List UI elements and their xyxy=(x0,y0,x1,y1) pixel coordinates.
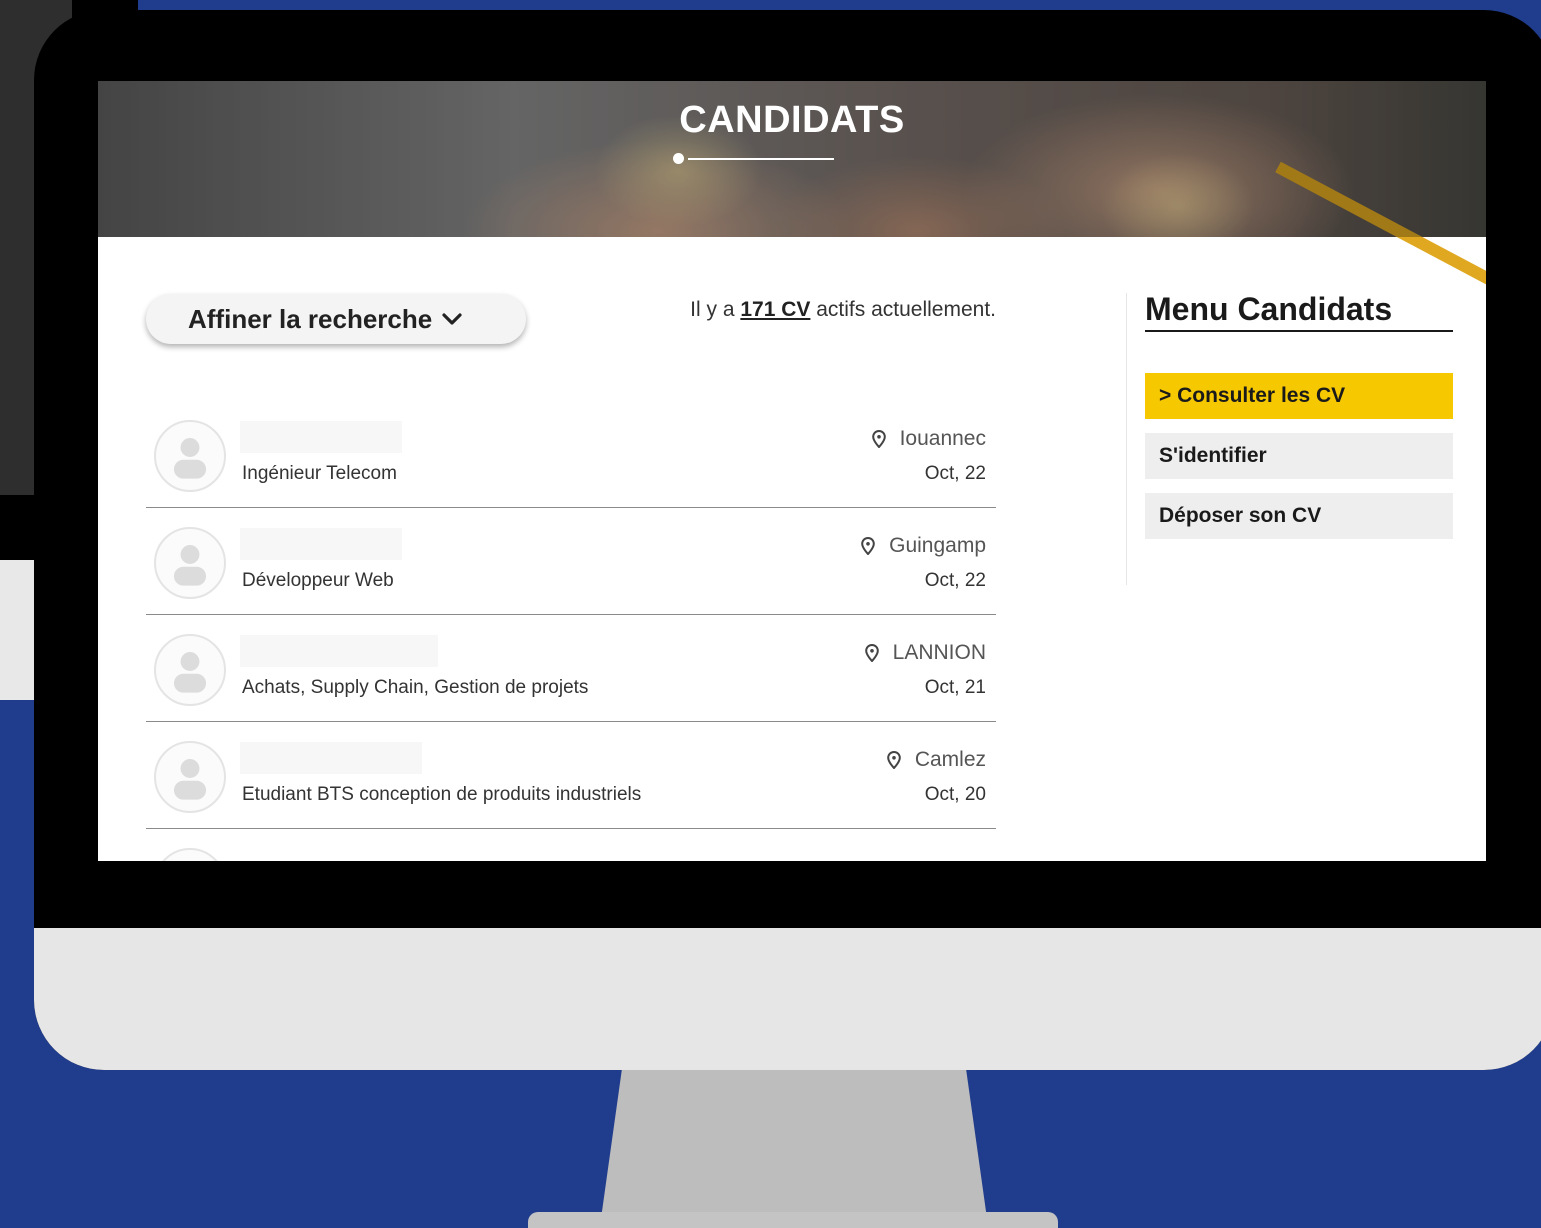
cv-list-item[interactable]: Développeur Web Guingamp Oct, 22 xyxy=(146,508,996,615)
sidebar-item-consult-cv[interactable]: > Consulter les CV xyxy=(1145,373,1453,419)
sidebar-divider xyxy=(1126,293,1127,585)
cv-list-item[interactable]: Etudiant BTS conception de produits indu… xyxy=(146,722,996,829)
title-underline xyxy=(688,158,834,160)
cv-location: Guingamp xyxy=(861,534,986,558)
cv-date: Oct, 22 xyxy=(924,463,986,484)
sidebar-menu: > Consulter les CV S'identifier Déposer … xyxy=(1145,373,1453,553)
cv-date: Oct, 21 xyxy=(924,677,986,698)
sidebar-item-submit-cv[interactable]: Déposer son CV xyxy=(1145,493,1453,539)
map-pin-icon xyxy=(864,644,879,662)
user-avatar-icon xyxy=(154,741,226,813)
cv-list-item-partial[interactable] xyxy=(146,829,996,861)
user-avatar-icon xyxy=(154,420,226,492)
sidebar-item-login[interactable]: S'identifier xyxy=(1145,433,1453,479)
page-title: CANDIDATS xyxy=(679,99,905,141)
cv-location-label: LANNION xyxy=(892,641,986,664)
candidate-name-redacted xyxy=(240,528,402,560)
chevron-down-icon xyxy=(442,313,462,325)
cv-location: Camlez xyxy=(887,748,986,772)
user-avatar-icon xyxy=(154,848,226,861)
cv-list-item[interactable]: Achats, Supply Chain, Gestion de projets… xyxy=(146,615,996,722)
refine-search-label: Affiner la recherche xyxy=(188,303,433,334)
cv-count-prefix: Il y a xyxy=(690,298,741,321)
candidate-name-redacted xyxy=(240,742,422,774)
monitor-stand-base xyxy=(528,1212,1058,1228)
sidebar-title: Menu Candidats xyxy=(1145,291,1453,332)
monitor-screen: CANDIDATS Affiner la recherche Il y a 17… xyxy=(98,81,1486,861)
cv-list-item[interactable]: Ingénieur Telecom Iouannec Oct, 22 xyxy=(146,401,996,508)
cv-job-title: Ingénieur Telecom xyxy=(242,463,397,484)
cv-list: Ingénieur Telecom Iouannec Oct, 22 Dével… xyxy=(146,401,996,861)
title-dot-decoration xyxy=(673,153,684,164)
cv-job-title: Développeur Web xyxy=(242,570,394,591)
map-pin-icon xyxy=(861,537,875,555)
hero-banner: CANDIDATS xyxy=(98,81,1486,295)
cv-job-title: Achats, Supply Chain, Gestion de projets xyxy=(242,677,589,698)
cv-job-title: Etudiant BTS conception de produits indu… xyxy=(242,784,642,805)
candidate-name-redacted xyxy=(240,635,438,667)
user-avatar-icon xyxy=(154,527,226,599)
map-pin-icon xyxy=(871,430,886,448)
cv-count-suffix: actifs actuellement. xyxy=(810,298,996,321)
monitor-chin xyxy=(34,928,1541,1070)
user-avatar-icon xyxy=(154,634,226,706)
cv-location-label: Iouannec xyxy=(899,427,986,450)
refine-search-button[interactable]: Affiner la recherche xyxy=(146,294,526,344)
cv-date: Oct, 20 xyxy=(924,784,986,805)
cv-location: Iouannec xyxy=(871,427,986,451)
cv-count-link[interactable]: 171 CV xyxy=(740,298,810,321)
cv-location-label: Camlez xyxy=(914,748,986,771)
cv-count-text: Il y a 171 CV actifs actuellement. xyxy=(646,298,996,322)
cv-location-label: Guingamp xyxy=(889,534,986,557)
candidate-name-redacted xyxy=(240,421,402,453)
cv-date: Oct, 22 xyxy=(924,570,986,591)
cv-location: LANNION xyxy=(864,641,986,665)
map-pin-icon xyxy=(887,751,901,769)
